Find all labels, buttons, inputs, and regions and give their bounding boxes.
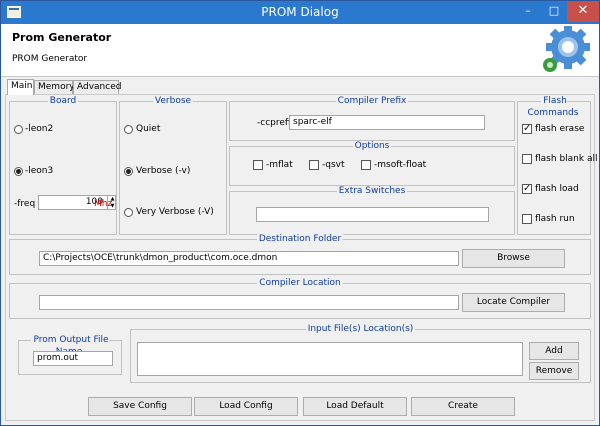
gear-settings-icon <box>543 26 590 72</box>
add-input-file-button[interactable]: Add <box>529 342 579 360</box>
verbose-group-title: Verbose <box>152 96 194 106</box>
board-group-title: Board <box>47 96 79 106</box>
destination-folder-title: Destination Folder <box>256 234 344 244</box>
verbose-radio[interactable] <box>124 167 133 176</box>
msoft-float-label: -msoft-float <box>374 160 427 170</box>
input-files-list[interactable] <box>137 342 523 376</box>
leon2-label: -leon2 <box>25 124 54 134</box>
flash-run-checkbox[interactable] <box>522 214 532 224</box>
leon3-radio[interactable] <box>14 167 23 176</box>
freq-label: -freq <box>14 199 36 209</box>
flash-commands-title: Flash Commands <box>527 96 581 118</box>
compiler-location-title: Compiler Location <box>257 278 343 288</box>
header-subtitle: PROM Generator <box>12 54 88 64</box>
qsvt-label: -qsvt <box>322 160 345 170</box>
compiler-location-group: Compiler Location Locate Compiler <box>9 278 591 319</box>
tab-memory[interactable]: Memory <box>34 80 75 94</box>
options-group-title: Options <box>352 141 392 151</box>
close-button[interactable]: ✕ <box>567 1 599 22</box>
flash-blank-all-checkbox[interactable] <box>522 154 532 164</box>
prom-output-input[interactable]: prom.out <box>33 351 113 366</box>
msoft-float-checkbox[interactable] <box>361 160 371 170</box>
prom-output-group: Prom Output File Name prom.out <box>18 335 122 375</box>
leon3-label: -leon3 <box>25 166 54 176</box>
input-files-group: Input File(s) Location(s) Add Remove <box>130 324 591 383</box>
compiler-prefix-title: Compiler Prefix <box>335 96 409 106</box>
remove-input-file-button[interactable]: Remove <box>529 362 579 380</box>
prom-dialog-window: PROM Dialog – □ ✕ Prom Generator PROM Ge… <box>0 0 600 426</box>
load-config-button[interactable]: Load Config <box>194 397 298 416</box>
load-default-button[interactable]: Load Default <box>303 397 407 416</box>
very-verbose-radio[interactable] <box>124 208 133 217</box>
browse-button[interactable]: Browse <box>462 249 565 268</box>
extra-switches-title: Extra Switches <box>336 186 408 196</box>
qsvt-checkbox[interactable] <box>309 160 319 170</box>
header-title: Prom Generator <box>12 31 112 44</box>
board-group: Board -leon2 -leon3 -freq 100 ▲ ▼ Mhz <box>9 96 117 235</box>
maximize-button[interactable]: □ <box>541 1 567 22</box>
verbose-label: Verbose (-v) <box>136 166 191 176</box>
mflat-checkbox[interactable] <box>253 160 263 170</box>
minimize-button[interactable]: – <box>515 1 541 22</box>
main-tab-panel: Board -leon2 -leon3 -freq 100 ▲ ▼ Mhz Ve… <box>5 94 597 421</box>
save-config-button[interactable]: Save Config <box>88 397 192 416</box>
compiler-prefix-group: Compiler Prefix -ccprefix sparc-elf <box>229 96 515 141</box>
flash-erase-label: flash erase <box>535 124 585 134</box>
window-title: PROM Dialog <box>261 5 339 19</box>
options-group: Options -mflat -qsvt -msoft-float <box>229 141 515 186</box>
destination-folder-group: Destination Folder C:\Projects\OCE\trunk… <box>9 234 591 275</box>
tab-main[interactable]: Main <box>7 79 34 95</box>
input-files-title: Input File(s) Location(s) <box>305 324 416 334</box>
dialog-header: Prom Generator PROM Generator <box>1 24 599 77</box>
compiler-location-input[interactable] <box>39 295 459 310</box>
title-bar[interactable]: PROM Dialog – □ ✕ <box>1 1 599 24</box>
extra-switches-input[interactable] <box>256 207 489 222</box>
destination-folder-input[interactable]: C:\Projects\OCE\trunk\dmon_product\com.o… <box>39 251 459 266</box>
flash-blank-all-label: flash blank all <box>535 154 598 164</box>
flash-erase-checkbox[interactable]: ✓ <box>522 124 532 134</box>
quiet-radio[interactable] <box>124 125 133 134</box>
freq-unit-label: Mhz <box>94 199 113 209</box>
very-verbose-label: Very Verbose (-V) <box>136 207 214 217</box>
extra-switches-group: Extra Switches <box>229 186 515 235</box>
mflat-label: -mflat <box>266 160 293 170</box>
flash-load-checkbox[interactable]: ✓ <box>522 184 532 194</box>
ccprefix-input[interactable]: sparc-elf <box>289 115 485 130</box>
locate-compiler-button[interactable]: Locate Compiler <box>462 293 565 312</box>
flash-run-label: flash run <box>535 214 575 224</box>
flash-commands-group: Flash Commands ✓ flash erase flash blank… <box>517 96 597 235</box>
verbose-group: Verbose Quiet Verbose (-v) Very Verbose … <box>119 96 227 235</box>
quiet-label: Quiet <box>136 124 161 134</box>
create-button[interactable]: Create <box>411 397 515 416</box>
tab-advanced[interactable]: Advanced <box>73 80 121 94</box>
flash-load-label: flash load <box>535 184 579 194</box>
leon2-radio[interactable] <box>14 125 23 134</box>
